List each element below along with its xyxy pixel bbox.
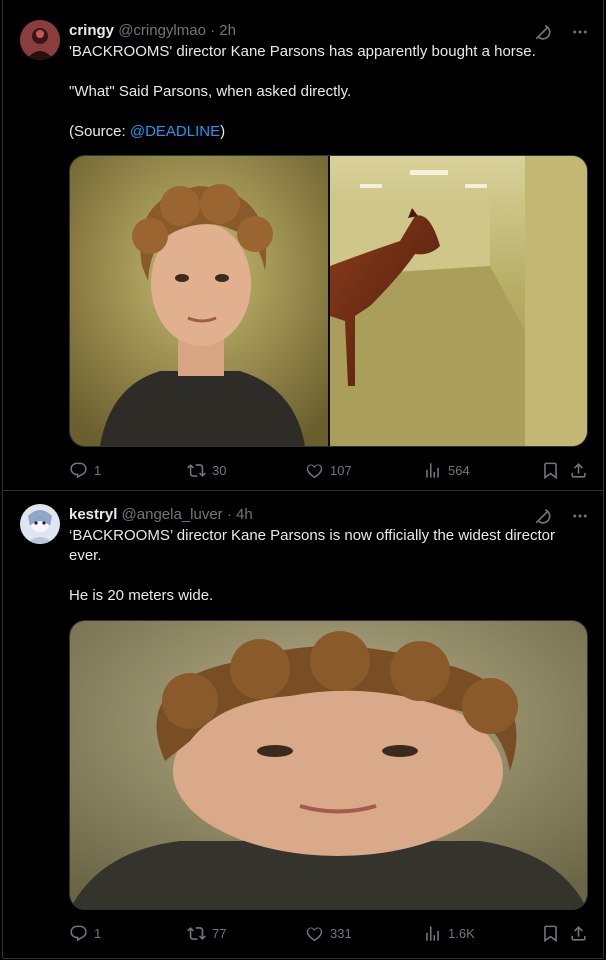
reply-icon [69, 924, 88, 943]
more-icon[interactable] [571, 23, 589, 41]
tweet-text: 'BACKROOMS' director Kane Parsons has ap… [69, 42, 584, 142]
repost-button[interactable]: 30 [187, 460, 226, 480]
share-button[interactable] [569, 460, 588, 480]
separator: · [210, 22, 216, 39]
views-icon [423, 461, 442, 480]
like-count: 331 [330, 925, 352, 941]
tweet-header: cringy @cringylmao · 2h [69, 21, 236, 41]
repost-count: 30 [212, 462, 227, 478]
mention-link[interactable]: @DEADLINE [130, 123, 220, 140]
grok-icon[interactable] [533, 22, 553, 42]
timestamp[interactable]: 2h [219, 22, 236, 39]
reply-button[interactable]: 1 [69, 460, 101, 480]
source-suffix: ) [220, 123, 226, 140]
tweet[interactable]: cringy @cringylmao · 2h 'BACKROOMS' dire… [3, 0, 603, 491]
tweet-top-actions [533, 506, 589, 526]
reply-count: 1 [94, 462, 102, 478]
repost-count: 77 [212, 925, 227, 941]
timeline: cringy @cringylmao · 2h 'BACKROOMS' dire… [2, 0, 604, 959]
repost-button[interactable]: 77 [187, 923, 226, 943]
more-icon[interactable] [571, 507, 589, 525]
like-button[interactable]: 107 [305, 460, 352, 480]
repost-icon [187, 924, 206, 943]
bookmark-icon [541, 461, 560, 480]
separator: · [226, 506, 232, 523]
like-icon [305, 461, 324, 480]
views-count: 564 [448, 462, 470, 478]
bookmark-icon [541, 924, 560, 943]
views-button[interactable]: 1.6K [423, 923, 475, 943]
like-icon [305, 924, 324, 943]
media-single[interactable] [69, 620, 588, 910]
share-icon [569, 461, 588, 480]
display-name[interactable]: cringy [69, 22, 114, 39]
avatar[interactable] [20, 504, 60, 544]
media-images [70, 156, 587, 446]
wide-portrait-image[interactable] [70, 621, 587, 909]
tweet-actions: 1 77 331 1.6K [69, 923, 587, 943]
tweet-text: ‘BACKROOMS’ director Kane Parsons is now… [69, 526, 577, 606]
views-icon [423, 924, 442, 943]
share-button[interactable] [569, 923, 588, 943]
views-count: 1.6K [448, 925, 475, 941]
views-button[interactable]: 564 [423, 460, 470, 480]
handle[interactable]: @angela_luver [122, 506, 223, 523]
tweet-top-actions [533, 22, 589, 42]
like-button[interactable]: 331 [305, 923, 352, 943]
tweet-source: (Source: @DEADLINE) [69, 122, 584, 142]
portrait-image[interactable] [70, 156, 328, 446]
display-name[interactable]: kestryl [69, 506, 117, 523]
media-grid[interactable] [69, 155, 588, 447]
tweet-line: ‘BACKROOMS’ director Kane Parsons is now… [69, 527, 556, 564]
reply-button[interactable]: 1 [69, 923, 101, 943]
reply-count: 1 [94, 925, 102, 941]
like-count: 107 [330, 462, 352, 478]
horse-image[interactable] [330, 156, 587, 446]
handle[interactable]: @cringylmao [118, 22, 206, 39]
tweet-line: "What" Said Parsons, when asked directly… [69, 83, 352, 100]
tweet-line: He is 20 meters wide. [69, 587, 214, 604]
tweet-actions: 1 30 107 564 [69, 460, 587, 480]
tweet[interactable]: kestryl @angela_luver · 4h ‘BACKROOMS’ d… [3, 491, 603, 959]
source-prefix: (Source: [69, 123, 130, 140]
bookmark-button[interactable] [541, 923, 560, 943]
tweet-line: 'BACKROOMS' director Kane Parsons has ap… [69, 43, 536, 60]
share-icon [569, 924, 588, 943]
grok-icon[interactable] [533, 506, 553, 526]
avatar[interactable] [20, 20, 60, 60]
repost-icon [187, 461, 206, 480]
tweet-header: kestryl @angela_luver · 4h [69, 505, 253, 525]
reply-icon [69, 461, 88, 480]
bookmark-button[interactable] [541, 460, 560, 480]
timestamp[interactable]: 4h [236, 506, 253, 523]
